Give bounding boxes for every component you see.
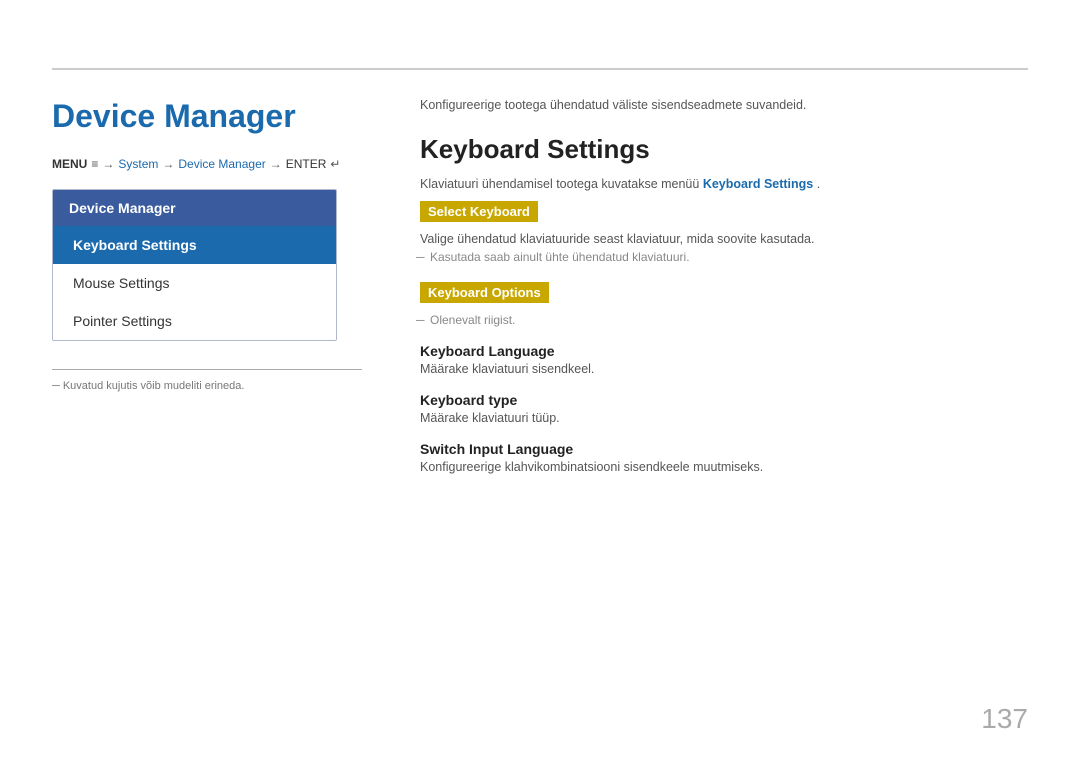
breadcrumb-arrow-2: →	[162, 157, 174, 171]
sidebar-item-keyboard-settings[interactable]: Keyboard Settings	[53, 226, 336, 264]
sidebar-item-pointer-settings[interactable]: Pointer Settings	[53, 302, 336, 340]
section-intro-text: Klaviatuuri ühendamisel tootega kuvataks…	[420, 177, 703, 191]
keyboard-options-label: Keyboard Options	[420, 282, 549, 303]
breadcrumb-arrow-1: →	[102, 157, 114, 171]
breadcrumb-device-manager: Device Manager	[178, 157, 265, 171]
page-number: 137	[981, 703, 1028, 735]
breadcrumb-menu: MENU	[52, 157, 87, 171]
page-title: Device Manager	[52, 98, 362, 135]
sidebar-item-mouse-settings[interactable]: Mouse Settings	[53, 264, 336, 302]
option-keyboard-language-title: Keyboard Language	[420, 343, 1028, 359]
breadcrumb-enter-icon: ↵	[330, 157, 340, 171]
sidebar-header: Device Manager	[53, 190, 336, 226]
section-intro-end: .	[817, 177, 820, 191]
option-switch-input-language-desc: Konfigureerige klahvikombinatsiooni sise…	[420, 460, 1028, 474]
left-footnote: ─ Kuvatud kujutis võib mudeliti erineda.	[52, 369, 362, 392]
option-keyboard-language: Keyboard Language Määrake klaviatuuri si…	[420, 343, 1028, 376]
option-keyboard-type-desc: Määrake klaviatuuri tüüp.	[420, 411, 1028, 425]
select-keyboard-note: Kasutada saab ainult ühte ühendatud klav…	[420, 250, 1028, 264]
breadcrumb-arrow-3: →	[270, 157, 282, 171]
section-intro: Klaviatuuri ühendamisel tootega kuvataks…	[420, 177, 1028, 191]
breadcrumb: MENU ≡ → System → Device Manager → ENTER…	[52, 157, 362, 171]
right-column: Konfigureerige tootega ühendatud väliste…	[420, 88, 1028, 490]
breadcrumb-system: System	[118, 157, 158, 171]
sidebar-menu: Device Manager Keyboard Settings Mouse S…	[52, 189, 337, 341]
option-keyboard-language-desc: Määrake klaviatuuri sisendkeel.	[420, 362, 1028, 376]
keyboard-options-section: Keyboard Options Olenevalt riigist. Keyb…	[420, 282, 1028, 474]
right-intro: Konfigureerige tootega ühendatud väliste…	[420, 98, 1028, 112]
select-keyboard-desc: Valige ühendatud klaviatuuride seast kla…	[420, 232, 1028, 246]
section-intro-highlight: Keyboard Settings	[703, 177, 813, 191]
keyboard-options-note: Olenevalt riigist.	[420, 313, 1028, 327]
select-keyboard-label: Select Keyboard	[420, 201, 538, 222]
option-keyboard-type-title: Keyboard type	[420, 392, 1028, 408]
option-switch-input-language: Switch Input Language Konfigureerige kla…	[420, 441, 1028, 474]
section-title: Keyboard Settings	[420, 134, 1028, 165]
left-column: Device Manager MENU ≡ → System → Device …	[52, 88, 362, 392]
option-switch-input-language-title: Switch Input Language	[420, 441, 1028, 457]
breadcrumb-enter: ENTER	[286, 157, 327, 171]
option-keyboard-type: Keyboard type Määrake klaviatuuri tüüp.	[420, 392, 1028, 425]
breadcrumb-menu-icon: ≡	[91, 157, 98, 171]
